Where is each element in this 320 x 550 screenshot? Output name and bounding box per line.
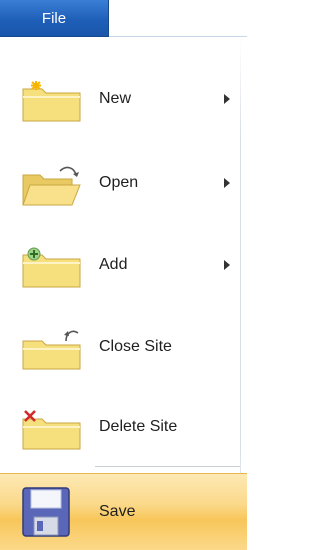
close-folder-icon bbox=[22, 330, 81, 370]
menu-item-new-label: New bbox=[99, 90, 132, 107]
menu-item-open-label: Open bbox=[99, 174, 139, 191]
menu-item-save-label: Save bbox=[99, 503, 136, 520]
menu-item-close-site-label: Close Site bbox=[99, 338, 172, 355]
menu-item-open[interactable]: Open bbox=[0, 153, 240, 213]
menu-item-add-label: Add bbox=[99, 256, 128, 273]
menu-item-add[interactable]: Add bbox=[0, 235, 240, 295]
submenu-arrow-icon bbox=[224, 260, 230, 270]
submenu-arrow-icon bbox=[224, 94, 230, 104]
delete-folder-icon bbox=[22, 410, 81, 450]
menu-item-delete-site-label: Delete Site bbox=[99, 418, 178, 435]
menu-item-save[interactable]: Save bbox=[0, 473, 247, 550]
new-folder-icon bbox=[22, 81, 81, 122]
menu-separator bbox=[95, 466, 240, 467]
file-tab[interactable]: File bbox=[0, 0, 109, 37]
floppy-disk-icon bbox=[22, 487, 70, 537]
submenu-arrow-icon bbox=[224, 178, 230, 188]
add-folder-icon bbox=[22, 247, 81, 288]
file-tab-label: File bbox=[41, 9, 67, 27]
menu-item-new[interactable]: New bbox=[0, 69, 240, 129]
tab-strip bbox=[109, 0, 247, 37]
menu-item-close-site[interactable]: Close Site bbox=[0, 317, 240, 377]
open-folder-icon bbox=[22, 166, 81, 206]
menu-item-delete-site[interactable]: Delete Site bbox=[0, 397, 240, 457]
